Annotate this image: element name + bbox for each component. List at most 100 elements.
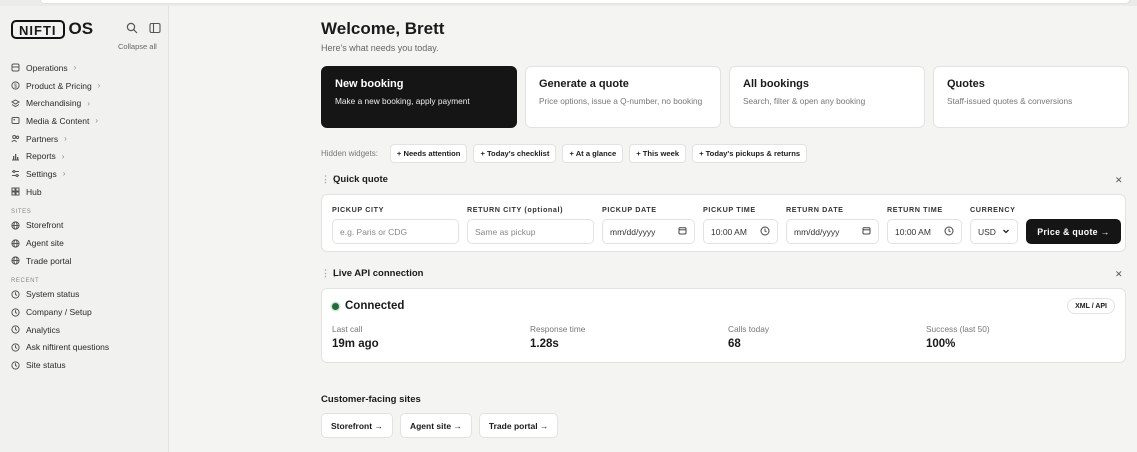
stat-success-rate: Success (last 50) 100% <box>926 324 990 350</box>
new-booking-card[interactable]: New booking Make a new booking, apply pa… <box>321 66 517 128</box>
drag-handle-icon[interactable]: ⋮⋮ <box>321 174 339 185</box>
card-title: Quotes <box>947 78 985 90</box>
sidebar: NIFTI OS Collapse all Operations › $ Pro… <box>0 6 169 452</box>
sidebar-nav: Operations › $ Product & Pricing › Merch… <box>10 59 161 374</box>
chevron-right-icon: › <box>62 169 66 179</box>
collapse-all-link[interactable]: Collapse all <box>118 42 157 51</box>
chevron-right-icon: › <box>73 63 77 73</box>
agent-site-link[interactable]: Agent site → <box>399 413 472 438</box>
logo[interactable]: NIFTI OS <box>11 19 93 39</box>
trade-portal-link[interactable]: Trade portal → <box>478 413 559 438</box>
stat-value: 68 <box>728 338 741 350</box>
sidebar-item-label: Analytics <box>26 324 61 335</box>
all-bookings-card[interactable]: All bookings Search, filter & open any b… <box>729 66 925 128</box>
sidebar-item-product-pricing[interactable]: $ Product & Pricing › <box>11 77 161 95</box>
close-icon[interactable]: ✕ <box>1115 269 1123 280</box>
sidebar-item-label: Partners <box>26 133 59 144</box>
globe-icon <box>11 221 20 230</box>
sidebar-item-hub[interactable]: Hub <box>11 183 161 201</box>
clock-icon <box>11 325 20 334</box>
clock-icon[interactable] <box>760 226 770 238</box>
sidebar-item-label: Merchandising <box>26 98 82 109</box>
sidebar-item-reports[interactable]: Reports › <box>11 147 161 165</box>
quotes-card[interactable]: Quotes Staff-issued quotes & conversions <box>933 66 1129 128</box>
add-this-week-chip[interactable]: + This week <box>629 144 687 163</box>
api-type-badge: XML / API <box>1067 298 1115 314</box>
calendar-icon[interactable] <box>862 226 871 237</box>
add-todays-pickups-chip[interactable]: + Today's pickups & returns <box>692 144 808 163</box>
page-title: Welcome, Brett <box>321 19 445 38</box>
clock-icon[interactable] <box>944 226 954 238</box>
api-panel: Connected XML / API Last call 19m ago Re… <box>321 288 1126 363</box>
card-title: All bookings <box>743 78 809 90</box>
sidebar-item-partners[interactable]: Partners › <box>11 130 161 148</box>
sidebar-item-settings[interactable]: Settings › <box>11 165 161 183</box>
svg-text:$: $ <box>14 84 17 90</box>
storefront-link[interactable]: Storefront → <box>321 413 393 438</box>
sidebar-recent-system-status[interactable]: System status <box>11 286 161 304</box>
card-subtitle: Search, filter & open any booking <box>743 96 866 106</box>
logo-mark: NIFTI <box>11 19 65 39</box>
hidden-widgets-label: Hidden widgets: <box>321 149 378 158</box>
chevron-right-icon: › <box>95 116 98 126</box>
close-icon[interactable]: ✕ <box>1115 175 1123 186</box>
stat-response-time: Response time 1.28s <box>530 324 585 350</box>
sidebar-site-agent[interactable]: Agent site <box>11 234 161 252</box>
price-and-quote-button[interactable]: Price & quote → <box>1026 219 1121 244</box>
sidebar-recent-analytics[interactable]: Analytics <box>11 321 161 339</box>
add-needs-attention-chip[interactable]: + Needs attention <box>389 144 468 163</box>
pickup-city-input[interactable]: e.g. Paris or CDG <box>332 219 459 244</box>
layers-icon <box>10 99 21 108</box>
search-icon[interactable] <box>126 21 138 34</box>
logo-text: OS <box>68 19 94 38</box>
drag-handle-icon[interactable]: ⋮⋮ <box>321 268 339 279</box>
sidebar-recent-ask-questions[interactable]: Ask niftirent questions <box>11 339 161 357</box>
add-at-a-glance-chip[interactable]: + At a glance <box>562 144 624 163</box>
pickup-time-input[interactable]: 10:00 AM <box>703 219 778 244</box>
pickup-time-field: PICKUP TIME 10:00 AM <box>703 205 778 244</box>
pickup-date-input[interactable]: mm/dd/yyyy <box>602 219 695 244</box>
sidebar-site-trade-portal[interactable]: Trade portal <box>11 252 161 270</box>
stat-value: 100% <box>926 338 956 350</box>
sidebar-item-label: Company / Setup <box>26 307 92 318</box>
field-label: PICKUP CITY <box>332 205 384 214</box>
return-date-input[interactable]: mm/dd/yyyy <box>786 219 879 244</box>
stat-value: 1.28s <box>530 338 559 350</box>
generate-quote-card[interactable]: Generate a quote Price options, issue a … <box>525 66 721 128</box>
chevron-right-icon: › <box>61 151 65 161</box>
field-label: PICKUP TIME <box>703 205 756 214</box>
sidebar-recent-site-status[interactable]: Site status <box>11 356 161 374</box>
stat-label: Calls today <box>728 324 770 334</box>
sidebar-item-merchandising[interactable]: Merchandising › <box>10 94 161 112</box>
card-title: Generate a quote <box>539 78 629 90</box>
time-value: 10:00 AM <box>895 226 931 237</box>
stat-label: Success (last 50) <box>926 324 990 334</box>
sidebar-toggle-icon[interactable] <box>149 21 161 34</box>
sidebar-site-storefront[interactable]: Storefront <box>11 217 161 235</box>
currency-field: CURRENCY USD <box>970 205 1018 244</box>
page-subtitle: Here's what needs you today. <box>321 43 439 53</box>
sidebar-item-label: Storefront <box>26 220 64 231</box>
stat-calls-today: Calls today 68 <box>728 324 769 350</box>
add-todays-checklist-chip[interactable]: + Today's checklist <box>473 144 557 163</box>
sidebar-item-media-content[interactable]: Media & Content › <box>11 112 161 130</box>
api-widget-header: ⋮⋮ Live API connection <box>321 268 423 279</box>
stat-value: 19m ago <box>332 338 379 350</box>
sidebar-item-operations[interactable]: Operations › <box>11 59 161 77</box>
calendar-icon[interactable] <box>678 226 687 237</box>
return-city-input[interactable]: Same as pickup <box>467 219 594 244</box>
pickup-city-field: PICKUP CITY e.g. Paris or CDG <box>332 205 459 244</box>
globe-icon <box>11 256 20 265</box>
currency-select[interactable]: USD <box>970 219 1018 244</box>
clock-icon <box>11 343 20 352</box>
tag-icon: $ <box>11 81 20 90</box>
currency-value: USD <box>978 226 996 237</box>
sidebar-item-label: Settings <box>26 168 57 179</box>
card-title: New booking <box>335 78 404 90</box>
grid-icon <box>11 187 20 196</box>
sidebar-recent-company-setup[interactable]: Company / Setup <box>11 303 161 321</box>
chevron-down-icon <box>1002 227 1010 237</box>
hidden-widgets-row: Hidden widgets: + Needs attention + Toda… <box>321 144 808 163</box>
chevron-right-icon: › <box>87 98 90 108</box>
return-time-input[interactable]: 10:00 AM <box>887 219 962 244</box>
